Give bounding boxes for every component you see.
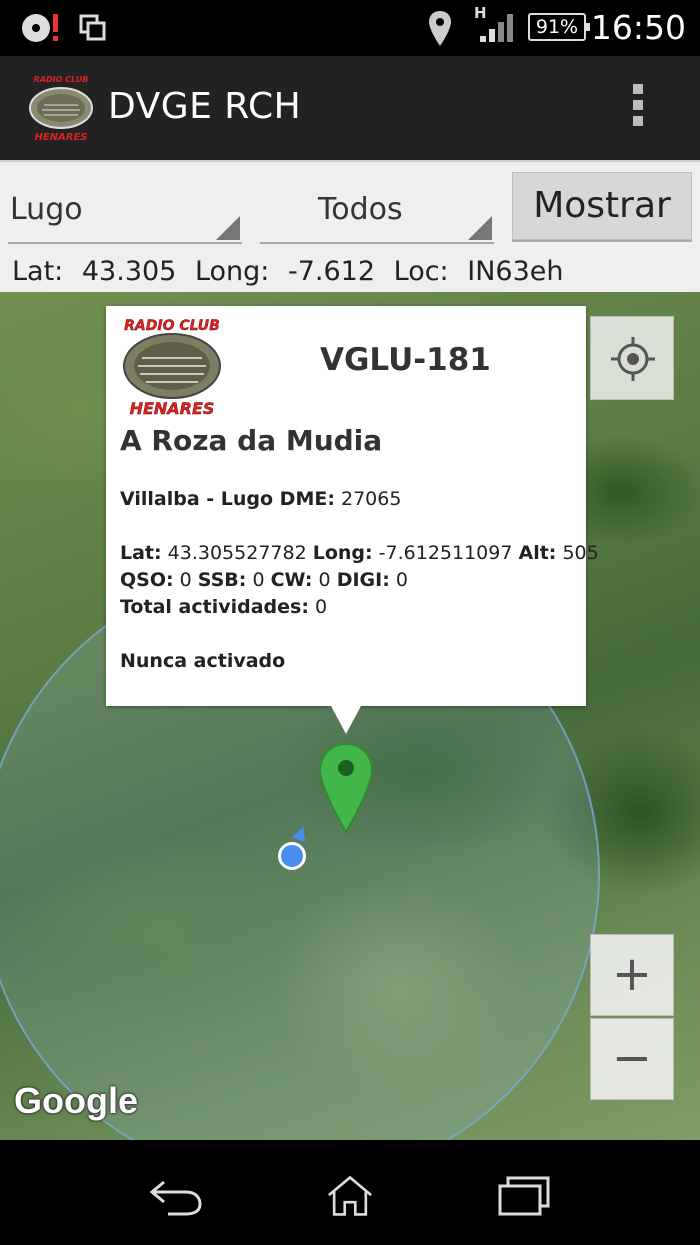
zoom-in-button[interactable]: + <box>590 934 674 1016</box>
home-icon[interactable] <box>320 1174 380 1218</box>
place-label: Villalba - Lugo DME: <box>120 488 335 510</box>
cw-label: CW: <box>270 569 313 591</box>
google-attribution: Google <box>14 1080 138 1121</box>
ssb-value: 0 <box>252 569 265 591</box>
vertex-details: Villalba - Lugo DME: 27065 Lat: 43.30552… <box>120 486 599 675</box>
long-value: -7.612511097 <box>378 542 513 564</box>
dme-value: 27065 <box>340 488 402 510</box>
recent-apps-icon[interactable] <box>494 1174 554 1218</box>
logo-top-text: RADIO CLUB <box>34 75 89 84</box>
loc-label: Loc: <box>393 256 449 287</box>
lat-label: Lat: <box>12 256 64 287</box>
total-label: Total actividades: <box>120 596 309 618</box>
show-button[interactable]: Mostrar <box>512 172 692 240</box>
activation-status: Nunca activado <box>120 650 286 672</box>
long-label: Long: <box>194 256 270 287</box>
overflow-menu-icon[interactable] <box>626 84 650 134</box>
logo-bottom-text: HENARES <box>34 132 87 142</box>
long-value: -7.612 <box>287 256 376 287</box>
filter-panel: Lugo Todos Mostrar Lat: 43.305 Long: -7.… <box>0 160 700 292</box>
vertex-marker-icon[interactable] <box>318 742 374 834</box>
total-row: Total actividades: 0 <box>120 594 599 621</box>
province-spinner-value: Lugo <box>10 192 83 227</box>
filter-spinner-value: Todos <box>318 192 403 227</box>
status-bar: H 91% 16:50 <box>0 0 700 56</box>
lat-label: Lat: <box>120 542 162 564</box>
my-location-dot <box>278 842 306 870</box>
dme-row: Villalba - Lugo DME: 27065 <box>120 486 599 513</box>
zoom-out-button[interactable]: − <box>590 1018 674 1100</box>
radio-club-henares-logo: RADIO CLUB HENARES <box>29 75 93 142</box>
radio-club-henares-logo: RADIO CLUB HENARES <box>123 318 221 418</box>
battery-icon: 91% <box>528 13 590 41</box>
my-location-button[interactable] <box>590 316 674 400</box>
province-spinner[interactable]: Lugo <box>8 186 242 244</box>
back-icon[interactable] <box>146 1174 206 1218</box>
alt-label: Alt: <box>518 542 557 564</box>
dropdown-triangle-icon <box>468 216 492 240</box>
ssb-label: SSB: <box>197 569 247 591</box>
loc-value: IN63eh <box>467 256 564 287</box>
alt-value: 505 <box>562 542 599 564</box>
clock: 16:50 <box>590 8 686 47</box>
battery-level: 91% <box>535 16 579 38</box>
filter-spinner[interactable]: Todos <box>260 186 494 244</box>
logo-top-text: RADIO CLUB <box>124 318 220 334</box>
action-bar: RADIO CLUB HENARES DVGE RCH <box>0 56 700 160</box>
cw-value: 0 <box>318 569 331 591</box>
location-pin-icon <box>429 11 451 46</box>
lat-value: 43.305527782 <box>167 542 307 564</box>
app-title: DVGE RCH <box>108 86 302 127</box>
current-coordinates: Lat: 43.305 Long: -7.612 Loc: IN63eh <box>12 256 574 287</box>
disc-alert-icon <box>22 14 58 42</box>
position-row: Lat: 43.305527782 Long: -7.612511097 Alt… <box>120 540 599 567</box>
map-view[interactable]: RADIO CLUB HENARES VGLU-181 A Roza da Mu… <box>0 292 700 1140</box>
vertex-code: VGLU-181 <box>320 342 491 378</box>
vertex-name: A Roza da Mudia <box>120 424 383 457</box>
qso-value: 0 <box>179 569 192 591</box>
long-label: Long: <box>312 542 373 564</box>
dropdown-triangle-icon <box>216 216 240 240</box>
info-window[interactable]: RADIO CLUB HENARES VGLU-181 A Roza da Mu… <box>106 306 599 706</box>
signal-icon <box>480 14 513 42</box>
lat-value: 43.305 <box>81 256 177 287</box>
contacts-row: QSO: 0 SSB: 0 CW: 0 DIGI: 0 <box>120 567 599 594</box>
qso-label: QSO: <box>120 569 174 591</box>
logo-bottom-text: HENARES <box>130 399 215 418</box>
screen-rotate-icon <box>79 14 106 41</box>
digi-label: DIGI: <box>336 569 390 591</box>
crosshair-icon <box>611 337 655 381</box>
info-window-pointer <box>330 704 362 734</box>
digi-value: 0 <box>395 569 408 591</box>
total-value: 0 <box>314 596 328 618</box>
navigation-bar <box>0 1140 700 1245</box>
